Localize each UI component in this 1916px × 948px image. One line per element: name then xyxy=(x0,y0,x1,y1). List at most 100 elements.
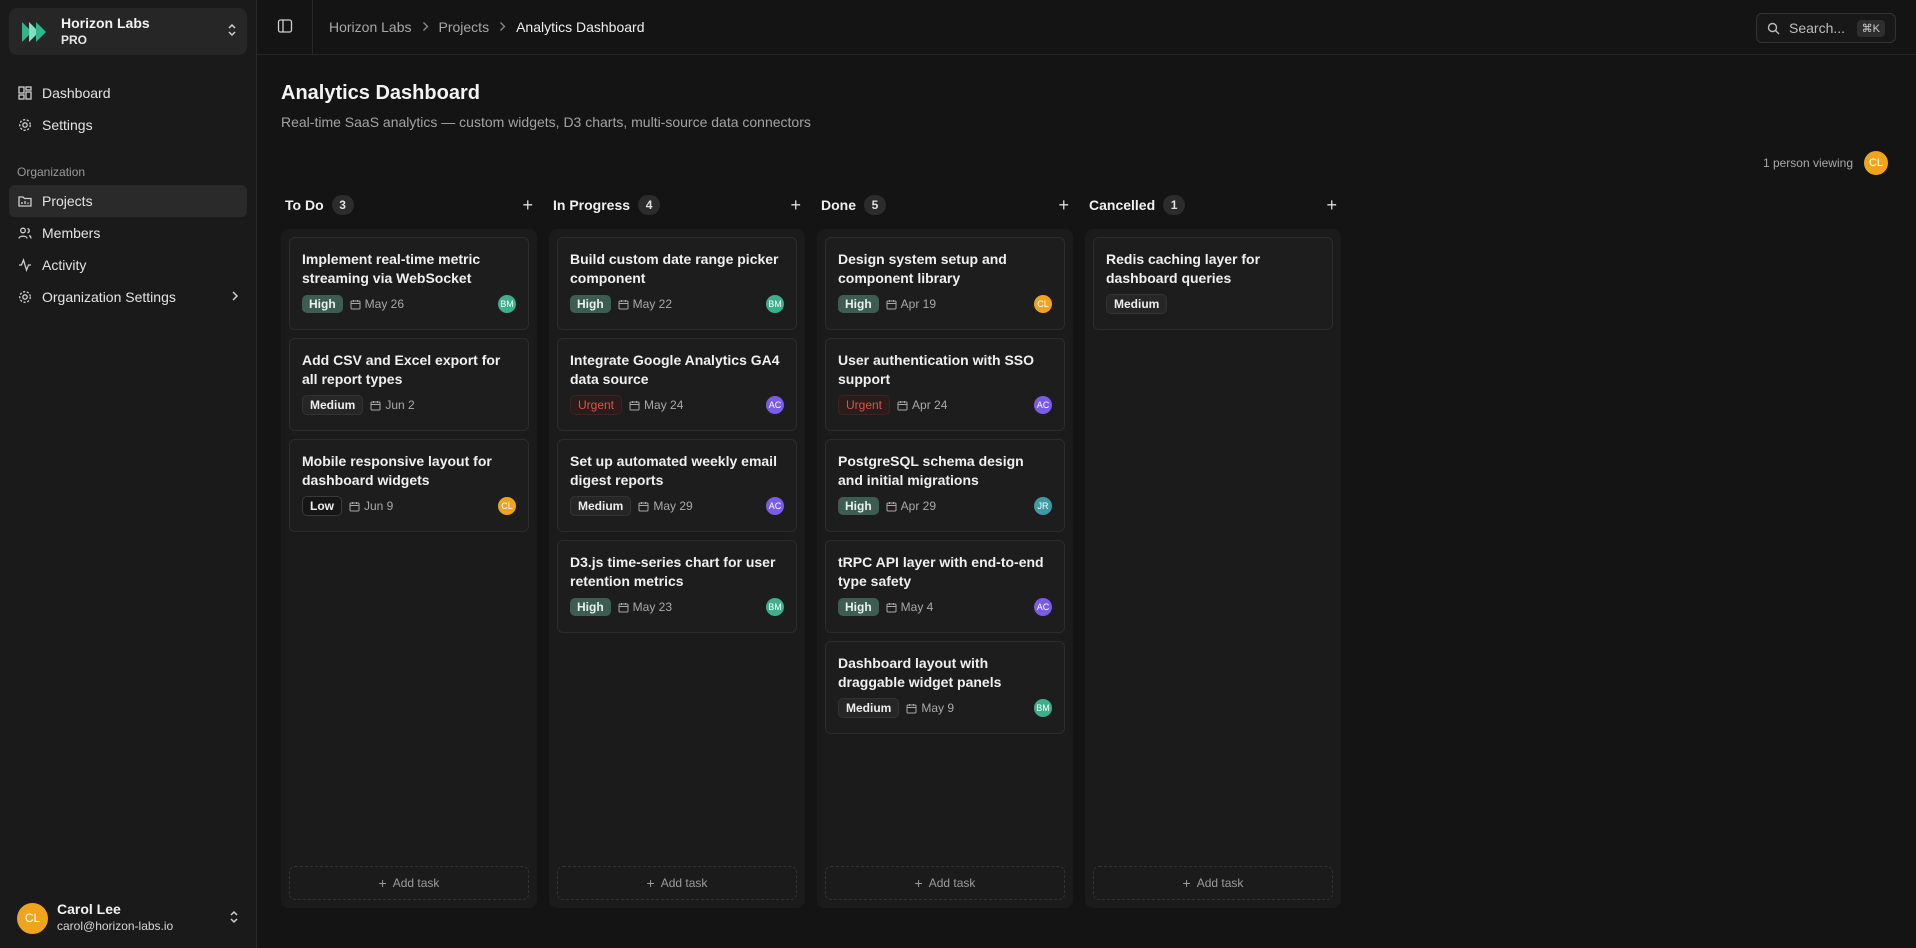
kanban-column: To Do 3 + Implement real-time metric stream… xyxy=(281,195,537,908)
sidebar-panel-icon xyxy=(277,18,293,37)
calendar-icon xyxy=(906,703,917,714)
task-card[interactable]: Add CSV and Excel export for all report … xyxy=(289,338,529,431)
due-date: May 26 xyxy=(350,297,404,311)
column-header: Cancelled 1 + xyxy=(1085,195,1341,215)
due-date: Jun 9 xyxy=(349,499,393,513)
task-card[interactable]: Set up automated weekly email digest rep… xyxy=(557,439,797,532)
task-meta: High Apr 19 CL xyxy=(838,294,1052,314)
add-task-button[interactable]: + Add task xyxy=(825,866,1065,900)
plus-icon: + xyxy=(378,875,387,891)
column-count-badge: 3 xyxy=(331,195,354,215)
nav-item-label: Projects xyxy=(42,193,93,209)
task-card[interactable]: Mobile responsive layout for dashboard w… xyxy=(289,439,529,532)
nav-item-dashboard[interactable]: Dashboard xyxy=(9,77,247,109)
sidebar-toggle-button[interactable] xyxy=(257,0,313,55)
org-switcher[interactable]: Horizon Labs PRO xyxy=(9,8,247,55)
due-date-text: May 22 xyxy=(632,297,673,311)
task-card[interactable]: Dashboard layout with draggable widget p… xyxy=(825,641,1065,734)
nav-item-projects[interactable]: Projects xyxy=(9,185,247,217)
avatar[interactable]: BM xyxy=(1034,699,1052,717)
calendar-icon xyxy=(897,400,908,411)
avatar[interactable]: AC xyxy=(1034,598,1052,616)
search-shortcut: ⌘K xyxy=(1856,19,1885,37)
task-title: Implement real-time metric streaming via… xyxy=(302,251,481,286)
due-date-text: Jun 9 xyxy=(364,499,394,513)
calendar-icon xyxy=(350,299,361,310)
avatar[interactable]: JR xyxy=(1034,497,1052,515)
due-date: May 24 xyxy=(629,398,683,412)
add-task-button[interactable]: + Add task xyxy=(557,866,797,900)
avatar[interactable]: AC xyxy=(766,497,784,515)
task-card[interactable]: tRPC API layer with end-to-end type safe… xyxy=(825,540,1065,633)
due-date: May 22 xyxy=(618,297,672,311)
nav-item-activity[interactable]: Activity xyxy=(9,249,247,281)
task-card[interactable]: Build custom date range picker component… xyxy=(557,237,797,330)
user-menu[interactable]: CL Carol Lee carol@horizon-labs.io xyxy=(0,888,256,948)
due-date-text: Apr 29 xyxy=(900,499,937,513)
task-title: Build custom date range picker component xyxy=(570,251,779,286)
task-card[interactable]: Redis caching layer for dashboard querie… xyxy=(1093,237,1333,330)
breadcrumb-projects[interactable]: Projects xyxy=(439,19,490,35)
gear-icon xyxy=(17,117,33,133)
avatar[interactable]: BM xyxy=(498,295,516,313)
search-icon xyxy=(1767,22,1780,35)
nav-item-label: Dashboard xyxy=(42,85,111,101)
chevron-right-icon xyxy=(422,19,429,35)
task-meta: Medium xyxy=(1106,294,1320,314)
task-card[interactable]: Integrate Google Analytics GA4 data sour… xyxy=(557,338,797,431)
avatar[interactable]: BM xyxy=(766,598,784,616)
calendar-icon xyxy=(629,400,640,411)
avatar[interactable]: AC xyxy=(766,396,784,414)
nav-item-organization-settings[interactable]: Organization Settings xyxy=(9,281,247,313)
task-card[interactable]: D3.js time-series chart for user retenti… xyxy=(557,540,797,633)
due-date-text: May 4 xyxy=(900,600,934,614)
column-count-badge: 1 xyxy=(1163,195,1186,215)
task-meta: Low Jun 9 CL xyxy=(302,496,516,516)
task-meta: High May 26 BM xyxy=(302,294,516,314)
due-date-text: May 29 xyxy=(653,499,693,513)
calendar-icon xyxy=(886,501,897,512)
add-card-plus-icon[interactable]: + xyxy=(522,196,533,214)
add-task-label: Add task xyxy=(392,876,440,890)
column-title: Cancelled xyxy=(1089,197,1156,213)
avatar[interactable]: CL xyxy=(1034,295,1052,313)
due-date-text: Apr 19 xyxy=(900,297,937,311)
avatar[interactable]: CL xyxy=(498,497,516,515)
task-title: tRPC API layer with end-to-end type safe… xyxy=(838,554,1044,589)
kanban-column: In Progress 4 + Build custom date range pic… xyxy=(549,195,805,908)
add-task-button[interactable]: + Add task xyxy=(289,866,529,900)
due-date-text: May 24 xyxy=(644,398,684,412)
column-body: Build custom date range picker component… xyxy=(549,229,805,908)
breadcrumb-org[interactable]: Horizon Labs xyxy=(329,19,412,35)
avatar[interactable]: AC xyxy=(1034,396,1052,414)
nav-item-settings[interactable]: Settings xyxy=(9,109,247,141)
due-date: May 23 xyxy=(618,600,672,614)
calendar-icon xyxy=(618,602,629,613)
users-icon xyxy=(17,225,33,241)
search-button[interactable]: Search... ⌘K xyxy=(1756,13,1896,43)
chevron-right-icon xyxy=(231,289,239,305)
chevron-up-down-icon xyxy=(229,910,239,927)
task-card[interactable]: PostgreSQL schema design and initial mig… xyxy=(825,439,1065,532)
calendar-icon xyxy=(370,400,381,411)
chevron-up-down-icon xyxy=(227,23,237,40)
avatar[interactable]: CL xyxy=(1864,151,1888,175)
add-task-button[interactable]: + Add task xyxy=(1093,866,1333,900)
task-meta: Urgent May 24 AC xyxy=(570,395,784,415)
task-title: Redis caching layer for dashboard querie… xyxy=(1106,251,1261,286)
task-card[interactable]: Design system setup and component librar… xyxy=(825,237,1065,330)
task-card[interactable]: Implement real-time metric streaming via… xyxy=(289,237,529,330)
avatar[interactable]: BM xyxy=(766,295,784,313)
task-title: Integrate Google Analytics GA4 data sour… xyxy=(570,352,780,387)
due-date: Apr 29 xyxy=(886,499,936,513)
task-card[interactable]: User authentication with SSO support Urge… xyxy=(825,338,1065,431)
breadcrumb: Horizon Labs Projects Analytics Dashboar… xyxy=(329,19,644,35)
calendar-icon xyxy=(618,299,629,310)
add-card-plus-icon[interactable]: + xyxy=(1058,196,1069,214)
add-card-plus-icon[interactable]: + xyxy=(1326,196,1337,214)
add-card-plus-icon[interactable]: + xyxy=(790,196,801,214)
task-title: D3.js time-series chart for user retenti… xyxy=(570,554,776,589)
priority-badge: High xyxy=(302,295,343,313)
due-date: May 9 xyxy=(906,701,954,715)
nav-item-members[interactable]: Members xyxy=(9,217,247,249)
